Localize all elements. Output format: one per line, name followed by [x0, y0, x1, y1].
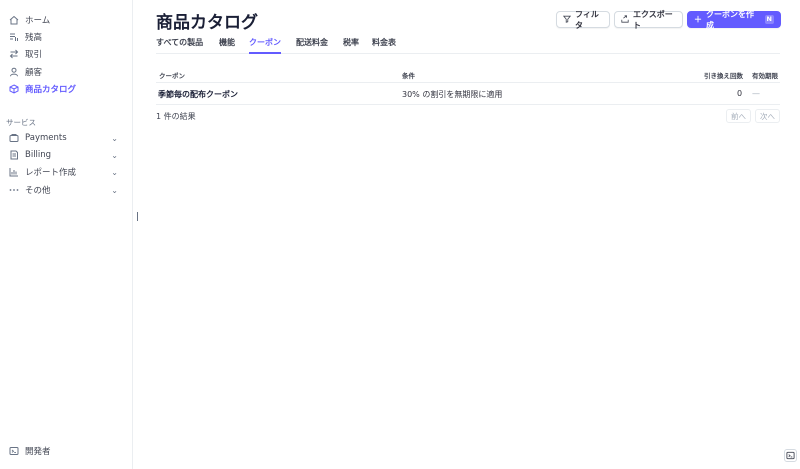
column-header-expires[interactable]: 有効期限 — [752, 70, 778, 80]
column-header-coupon[interactable]: クーポン — [159, 70, 185, 80]
sidebar-item-label: 商品カタログ — [25, 85, 77, 95]
sidebar-item-billing[interactable]: Billing ⌄ — [8, 147, 126, 163]
filter-icon — [562, 15, 572, 25]
tab-tax-rates[interactable]: 税率 — [343, 37, 359, 54]
terminal-icon — [8, 446, 19, 457]
tab-features[interactable]: 機能 — [219, 37, 235, 54]
sidebar-item-label: レポート作成 — [25, 168, 77, 178]
sidebar-item-label: ホーム — [25, 16, 51, 26]
header-divider — [156, 82, 780, 83]
tab-coupons[interactable]: クーポン — [249, 37, 281, 54]
sidebar-item-reports[interactable]: レポート作成 ⌄ — [8, 164, 126, 180]
chevron-down-icon: ⌄ — [111, 167, 118, 177]
tab-rate-cards[interactable]: 料金表 — [372, 37, 396, 54]
create-coupon-button-label: クーポンを作成 — [706, 9, 754, 30]
plus-icon: ＋ — [694, 15, 702, 24]
chevron-down-icon: ⌄ — [111, 150, 118, 160]
tab-bar: すべての製品 機能 クーポン 配送料金 税率 料金表 — [156, 37, 780, 54]
export-button-label: エクスポート — [633, 9, 673, 30]
export-icon — [621, 14, 629, 25]
page-title: 商品カタログ — [156, 13, 258, 33]
product-catalog-icon — [8, 84, 19, 95]
sidebar-item-label: 開発者 — [25, 447, 51, 457]
billing-icon — [8, 150, 19, 161]
sidebar-item-label: その他 — [25, 186, 51, 196]
chevron-down-icon: ⌄ — [111, 185, 118, 195]
sidebar-item-label: Payments — [25, 133, 67, 143]
sidebar: ホーム 残高 取引 顧客 商品カタログ サービス Payments ⌄ Bill… — [0, 0, 133, 469]
next-page-button[interactable]: 次へ — [755, 109, 780, 123]
coupon-redemptions: 0 — [737, 89, 743, 98]
previous-page-button[interactable]: 前へ — [726, 109, 751, 123]
chevron-down-icon: ⌄ — [111, 133, 118, 143]
export-button[interactable]: エクスポート — [614, 9, 683, 30]
sidebar-item-label: Billing — [25, 150, 52, 160]
sidebar-item-label: 残高 — [25, 33, 43, 43]
sidebar-item-home[interactable]: ホーム — [8, 12, 126, 28]
customer-icon — [8, 67, 19, 78]
text-cursor — [137, 212, 138, 221]
balance-icon — [8, 32, 19, 43]
tab-shipping-rates[interactable]: 配送料金 — [296, 37, 328, 54]
payments-icon — [8, 133, 19, 144]
sidebar-item-developers[interactable]: 開発者 — [8, 443, 126, 459]
column-header-terms[interactable]: 条件 — [402, 70, 415, 80]
home-icon — [8, 15, 19, 26]
create-coupon-button[interactable]: ＋ クーポンを作成 N — [687, 9, 781, 30]
sidebar-item-balance[interactable]: 残高 — [8, 29, 126, 45]
tab-all-products[interactable]: すべての製品 — [156, 37, 203, 54]
coupon-expires: — — [752, 89, 760, 98]
sidebar-item-customers[interactable]: 顧客 — [8, 64, 126, 80]
transactions-icon — [8, 49, 19, 60]
filter-button[interactable]: フィルタ — [556, 9, 610, 30]
sidebar-item-transactions[interactable]: 取引 — [8, 46, 126, 62]
keyboard-shortcut-badge: N — [764, 15, 774, 24]
sidebar-item-payments[interactable]: Payments ⌄ — [8, 130, 126, 146]
filter-button-label: フィルタ — [575, 9, 599, 30]
sidebar-item-product-catalog[interactable]: 商品カタログ — [8, 81, 126, 97]
services-section-label: サービス — [6, 118, 36, 127]
sidebar-item-label: 取引 — [25, 50, 43, 60]
row-divider — [156, 104, 780, 105]
coupon-terms: 30% の割引を無期限に適用 — [402, 90, 503, 99]
results-count: 1 件の結果 — [156, 112, 196, 121]
column-header-redemptions[interactable]: 引き換え回数 — [704, 70, 743, 80]
coupon-name[interactable]: 季節毎の配布クーポン — [158, 89, 238, 100]
sidebar-item-more[interactable]: その他 ⌄ — [8, 182, 126, 198]
more-icon — [8, 185, 19, 196]
developer-shell-button[interactable] — [784, 449, 797, 462]
reports-icon — [8, 167, 19, 178]
sidebar-item-label: 顧客 — [25, 68, 43, 78]
terminal-icon — [786, 451, 795, 460]
